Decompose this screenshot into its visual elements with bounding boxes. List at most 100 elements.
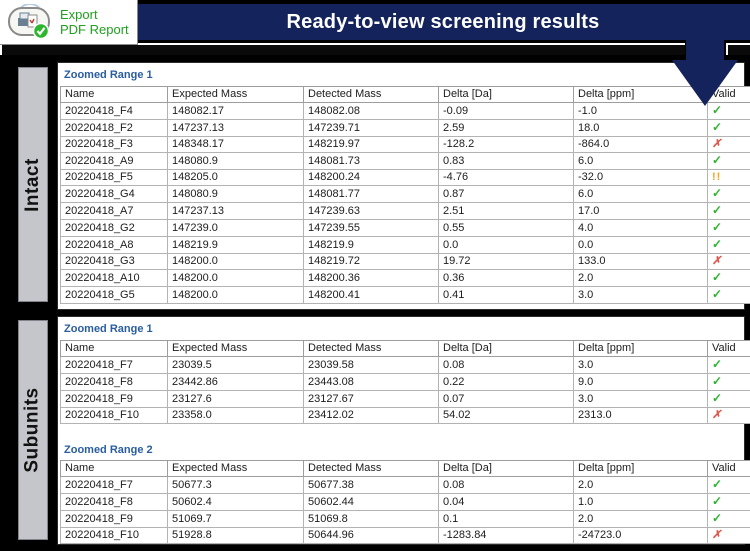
check-icon: ✓: [712, 203, 723, 218]
column-header-expected-mass[interactable]: Expected Mass: [167, 86, 304, 103]
cell-delta-ppm: 17.0: [573, 202, 708, 220]
column-header-expected-mass[interactable]: Expected Mass: [167, 460, 304, 477]
valid-status-cell: ✓: [707, 219, 750, 237]
check-icon: ✓: [712, 120, 723, 135]
cell-expected-mass: 147237.13: [167, 202, 304, 220]
table-row[interactable]: 20220418_A10 148200.0 148200.36 0.36 2.0 ✓: [60, 269, 750, 287]
column-header-valid[interactable]: Valid: [707, 460, 750, 477]
table-row[interactable]: 20220418_F8 50602.4 50602.44 0.04 1.0 ✓: [60, 493, 750, 511]
column-header-detected-mass[interactable]: Detected Mass: [303, 86, 439, 103]
table-row[interactable]: 20220418_F10 51928.8 50644.96 -1283.84 -2472…: [60, 527, 750, 544]
cell-delta-ppm: 6.0: [573, 185, 708, 203]
export-pdf-label: Export PDF Report: [60, 7, 129, 38]
table-row[interactable]: 20220418_A8 148219.9 148219.9 0.0 0.0 ✓: [60, 236, 750, 254]
cell-delta-ppm: 6.0: [573, 152, 708, 170]
valid-status-cell: ✓: [707, 269, 750, 287]
check-icon: ✓: [712, 391, 723, 406]
column-header-detected-mass[interactable]: Detected Mass: [303, 460, 439, 477]
column-header-delta-da[interactable]: Delta [Da]: [438, 86, 574, 103]
table-row[interactable]: 20220418_G4 148080.9 148081.77 0.87 6.0 ✓: [60, 185, 750, 203]
down-arrow-stem: [686, 40, 724, 62]
intact-panel: Zoomed Range 1 Name Expected Mass Detected…: [57, 62, 750, 310]
cell-expected-mass: 148348.17: [167, 136, 304, 153]
cell-delta-ppm: 2.0: [573, 510, 708, 528]
column-header-valid[interactable]: Valid: [707, 340, 750, 357]
column-header-detected-mass[interactable]: Detected Mass: [303, 340, 439, 357]
valid-status-cell: ✓: [707, 390, 750, 408]
export-label-line1: Export: [60, 6, 98, 22]
cell-delta-da: 0.36: [438, 269, 574, 287]
table-row[interactable]: 20220418_F10 23358.0 23412.02 54.02 2313.0 ✗: [60, 407, 750, 424]
column-header-delta-ppm[interactable]: Delta [ppm]: [573, 340, 708, 357]
valid-status-cell: ✓: [707, 202, 750, 220]
cell-delta-ppm: 133.0: [573, 253, 708, 270]
cell-delta-ppm: -24723.0: [573, 527, 708, 544]
table-row[interactable]: 20220418_F3 148348.17 148219.97 -128.2 -864.…: [60, 136, 750, 153]
export-pdf-button[interactable]: Export PDF Report: [0, 0, 138, 45]
valid-status-cell: ✓: [707, 119, 750, 137]
table-row[interactable]: 20220418_A7 147237.13 147239.63 2.51 17.0 ✓: [60, 202, 750, 220]
cell-detected-mass: 23412.02: [303, 407, 439, 424]
range-title: Zoomed Range 1: [64, 323, 153, 335]
cell-expected-mass: 23442.86: [167, 373, 304, 391]
check-icon: ✓: [712, 477, 723, 492]
column-header-delta-da[interactable]: Delta [Da]: [438, 460, 574, 477]
column-header-name[interactable]: Name: [60, 340, 168, 357]
cell-name: 20220418_A10: [60, 269, 168, 287]
table-row[interactable]: 20220418_G3 148200.0 148219.72 19.72 133.0 ✗: [60, 253, 750, 270]
valid-status-cell: ✗: [707, 407, 750, 424]
check-icon: ✓: [712, 374, 723, 389]
table-row[interactable]: 20220418_F2 147237.13 147239.71 2.59 18.0 ✓: [60, 119, 750, 137]
banner: Ready-to-view screening results: [136, 4, 750, 40]
table-header-row: Name Expected Mass Detected Mass Delta [Da]…: [60, 460, 750, 477]
range-title: Zoomed Range 1: [64, 69, 153, 81]
cell-name: 20220418_F3: [60, 136, 168, 153]
table-row[interactable]: 20220418_G5 148200.0 148200.41 0.41 3.0 ✓: [60, 286, 750, 304]
cell-name: 20220418_F10: [60, 527, 168, 544]
cell-delta-da: 0.1: [438, 510, 574, 528]
valid-status-cell: ✓: [707, 356, 750, 374]
table-row[interactable]: 20220418_F7 23039.5 23039.58 0.08 3.0 ✓: [60, 356, 750, 374]
cell-delta-ppm: 3.0: [573, 356, 708, 374]
check-icon: ✓: [712, 153, 723, 168]
valid-status-cell: ✗: [707, 253, 750, 270]
cell-name: 20220418_A7: [60, 202, 168, 220]
export-pdf-icon: [8, 4, 50, 40]
table-row[interactable]: 20220418_F8 23442.86 23443.08 0.22 9.0 ✓: [60, 373, 750, 391]
cell-name: 20220418_F9: [60, 510, 168, 528]
column-header-delta-ppm[interactable]: Delta [ppm]: [573, 460, 708, 477]
cell-detected-mass: 148200.41: [303, 286, 439, 304]
cell-expected-mass: 148200.0: [167, 253, 304, 270]
table-row[interactable]: 20220418_F9 23127.6 23127.67 0.07 3.0 ✓: [60, 390, 750, 408]
cell-expected-mass: 147237.13: [167, 119, 304, 137]
column-header-name[interactable]: Name: [60, 86, 168, 103]
table-row[interactable]: 20220418_F5 148205.0 148200.24 -4.76 -32.0!!: [60, 169, 750, 186]
cell-name: 20220418_F7: [60, 476, 168, 494]
banner-title: Ready-to-view screening results: [286, 10, 600, 33]
column-header-expected-mass[interactable]: Expected Mass: [167, 340, 304, 357]
table-row[interactable]: 20220418_F7 50677.3 50677.38 0.08 2.0 ✓: [60, 476, 750, 494]
cell-detected-mass: 23443.08: [303, 373, 439, 391]
table-row[interactable]: 20220418_A9 148080.9 148081.73 0.83 6.0 ✓: [60, 152, 750, 170]
table-row[interactable]: 20220418_G2 147239.0 147239.55 0.55 4.0 ✓: [60, 219, 750, 237]
column-header-name[interactable]: Name: [60, 460, 168, 477]
cell-detected-mass: 148081.77: [303, 185, 439, 203]
cell-expected-mass: 147239.0: [167, 219, 304, 237]
column-header-delta-da[interactable]: Delta [Da]: [438, 340, 574, 357]
cell-name: 20220418_G4: [60, 185, 168, 203]
subunits-panel: Zoomed Range 1 Name Expected Mass Detected…: [57, 316, 750, 545]
intact-range1-table-slot: Name Expected Mass Detected Mass Delta [Da]…: [60, 86, 750, 304]
table-row[interactable]: 20220418_F4 148082.17 148082.08 -0.09 -1.0 ✓: [60, 102, 750, 120]
cross-icon: ✗: [712, 529, 722, 541]
check-icon: ✓: [712, 494, 723, 509]
table-row[interactable]: 20220418_F9 51069.7 51069.8 0.1 2.0 ✓: [60, 510, 750, 528]
valid-status-cell: ✓: [707, 185, 750, 203]
cell-expected-mass: 51069.7: [167, 510, 304, 528]
cell-delta-ppm: 9.0: [573, 373, 708, 391]
cell-name: 20220418_G2: [60, 219, 168, 237]
cell-delta-da: -0.09: [438, 102, 574, 120]
check-icon: ✓: [712, 220, 723, 235]
cell-name: 20220418_F8: [60, 493, 168, 511]
cell-expected-mass: 50677.3: [167, 476, 304, 494]
cell-delta-da: 0.04: [438, 493, 574, 511]
